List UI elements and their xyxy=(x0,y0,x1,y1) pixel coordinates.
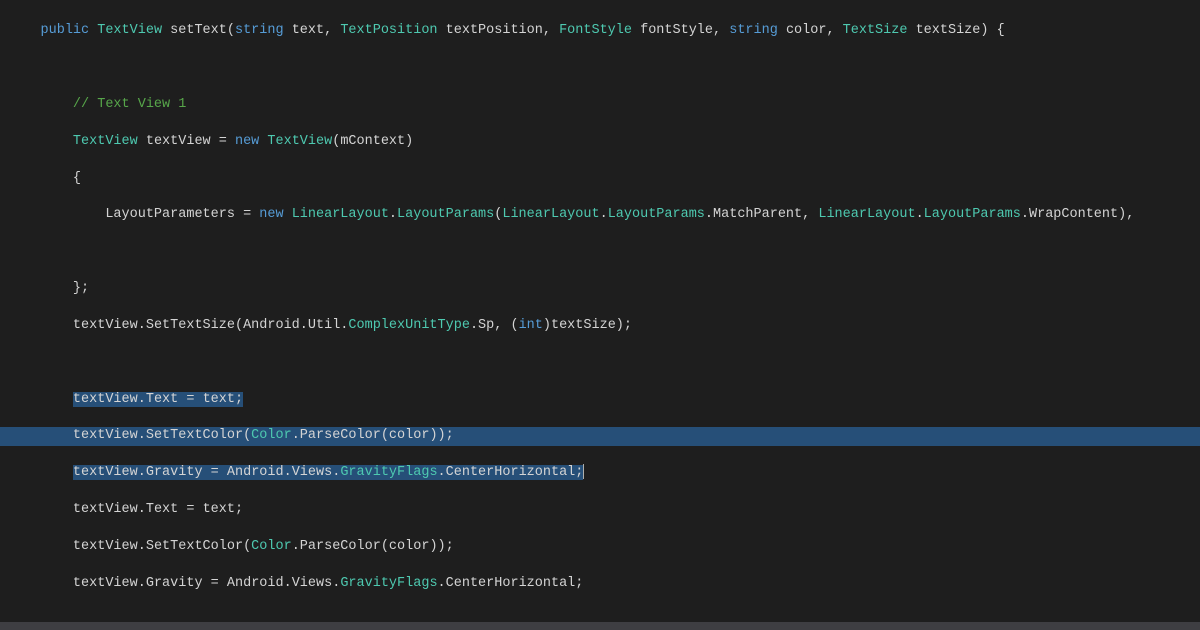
code-line: public TextView setText(string text, Tex… xyxy=(0,22,1200,40)
code-line: textView.SetTextColor(Color.ParseColor(c… xyxy=(0,538,1200,556)
code-line: { xyxy=(0,170,1200,188)
code-line: }; xyxy=(0,280,1200,298)
code-line: textView.Gravity = Android.Views.Gravity… xyxy=(0,575,1200,593)
code-line: TextView textView = new TextView(mContex… xyxy=(0,133,1200,151)
text-cursor xyxy=(583,464,584,479)
keyword: public xyxy=(41,23,90,38)
code-line: textView.Text = text; xyxy=(0,501,1200,519)
identifier: setText xyxy=(170,23,227,38)
comment: // Text View 1 xyxy=(73,97,186,112)
selection: textView.Gravity = Android.Views.Gravity… xyxy=(73,465,583,480)
selection: textView.Text = text; xyxy=(73,392,243,407)
code-editor[interactable]: public TextView setText(string text, Tex… xyxy=(0,0,1200,630)
code-line: textView.SetTextSize(Android.Util.Comple… xyxy=(0,317,1200,335)
code-line: LayoutParameters = new LinearLayout.Layo… xyxy=(0,206,1200,224)
code-line xyxy=(0,59,1200,77)
selected-line: textView.Text = text; xyxy=(0,391,1200,409)
code-line xyxy=(0,354,1200,372)
selected-line: textView.SetTextColor(Color.ParseColor(c… xyxy=(0,427,1200,445)
code-line: // Text View 1 xyxy=(0,96,1200,114)
selected-line: textView.Gravity = Android.Views.Gravity… xyxy=(0,464,1200,482)
type: TextView xyxy=(97,23,162,38)
code-line xyxy=(0,243,1200,261)
horizontal-scrollbar[interactable] xyxy=(0,622,1200,630)
